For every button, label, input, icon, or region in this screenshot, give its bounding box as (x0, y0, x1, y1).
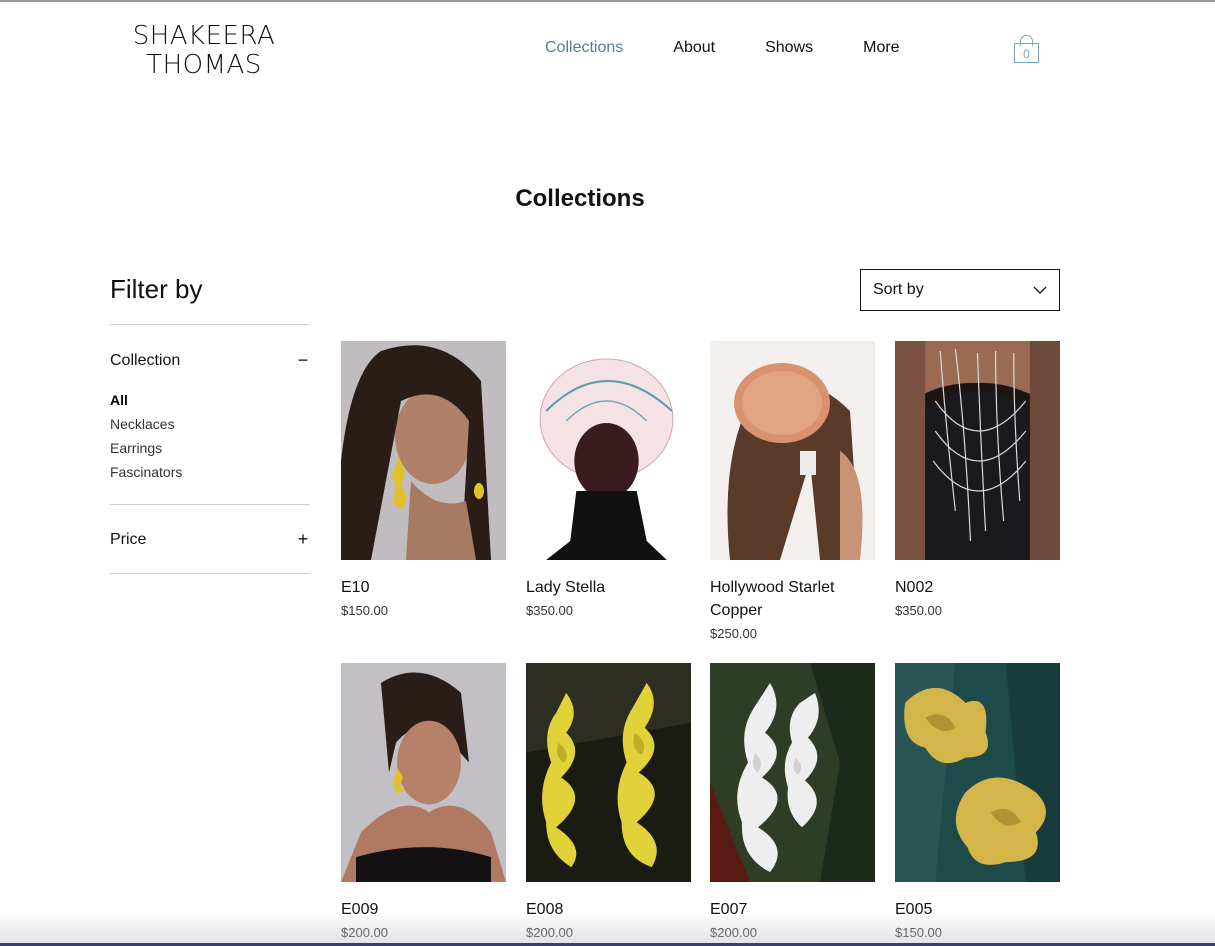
brand-line-2: THOMAS (146, 50, 262, 80)
product-card[interactable]: N002 $350.00 (895, 341, 1060, 618)
chevron-down-icon (1033, 286, 1047, 294)
product-card[interactable]: Hollywood Starlet Copper $250.00 (710, 341, 875, 641)
filter-collection-label: Collection (110, 351, 181, 369)
product-image[interactable] (895, 341, 1060, 560)
product-image[interactable] (710, 341, 875, 560)
product-price: $200.00 (341, 925, 388, 940)
top-border (0, 0, 1215, 2)
product-name[interactable]: E009 (341, 898, 506, 921)
filter-collection-header[interactable]: Collection − (110, 350, 310, 371)
product-price: $150.00 (341, 603, 388, 618)
brand-logo[interactable]: SHAKEERA THOMAS (124, 22, 284, 80)
product-name[interactable]: E10 (341, 576, 506, 599)
sort-dropdown[interactable]: Sort by (860, 269, 1060, 311)
nav-item-shows[interactable]: Shows (765, 38, 813, 58)
product-price: $200.00 (710, 925, 757, 940)
product-image[interactable] (710, 663, 875, 882)
filter-collection-options: All Necklaces Earrings Fascinators (110, 392, 182, 488)
product-name[interactable]: Lady Stella (526, 576, 691, 599)
product-price: $350.00 (526, 603, 573, 618)
expand-icon[interactable]: + (296, 529, 310, 550)
filter-divider (110, 504, 310, 505)
nav-item-more[interactable]: More (863, 38, 899, 58)
filter-divider (110, 573, 310, 574)
product-card[interactable]: Lady Stella $350.00 (526, 341, 691, 618)
product-card[interactable]: E10 $150.00 (341, 341, 506, 618)
filter-option-all[interactable]: All (110, 392, 182, 416)
product-name[interactable]: N002 (895, 576, 1060, 599)
page-title: Collections (515, 185, 645, 212)
filter-option-fascinators[interactable]: Fascinators (110, 464, 182, 488)
product-price: $200.00 (526, 925, 573, 940)
filter-option-earrings[interactable]: Earrings (110, 440, 182, 464)
filter-title: Filter by (110, 274, 203, 304)
product-name[interactable]: E007 (710, 898, 875, 921)
filter-divider (110, 324, 310, 325)
product-price: $350.00 (895, 603, 942, 618)
product-name[interactable]: E008 (526, 898, 691, 921)
product-image[interactable] (895, 663, 1060, 882)
collapse-icon[interactable]: − (296, 350, 310, 371)
main-nav: Collections About Shows More (545, 38, 950, 58)
product-image[interactable] (526, 341, 691, 560)
filter-price-label: Price (110, 530, 147, 548)
product-image[interactable] (341, 341, 506, 560)
cart-button[interactable]: 0 (1013, 34, 1041, 64)
product-card[interactable]: E009 $200.00 (341, 663, 506, 940)
brand-line-1: SHAKEERA (132, 21, 276, 51)
product-card[interactable]: E005 $150.00 (895, 663, 1060, 940)
filter-price-header[interactable]: Price + (110, 529, 310, 550)
nav-item-about[interactable]: About (673, 38, 715, 58)
product-name[interactable]: Hollywood Starlet Copper (710, 576, 875, 622)
product-image[interactable] (526, 663, 691, 882)
nav-item-collections[interactable]: Collections (545, 38, 623, 58)
filter-option-necklaces[interactable]: Necklaces (110, 416, 182, 440)
sort-label: Sort by (873, 281, 924, 298)
product-price: $150.00 (895, 925, 942, 940)
product-name[interactable]: E005 (895, 898, 1060, 921)
product-image[interactable] (341, 663, 506, 882)
product-card[interactable]: E008 $200.00 (526, 663, 691, 940)
product-price: $250.00 (710, 626, 757, 641)
product-card[interactable]: E007 $200.00 (710, 663, 875, 940)
cart-count: 0 (1023, 47, 1030, 61)
